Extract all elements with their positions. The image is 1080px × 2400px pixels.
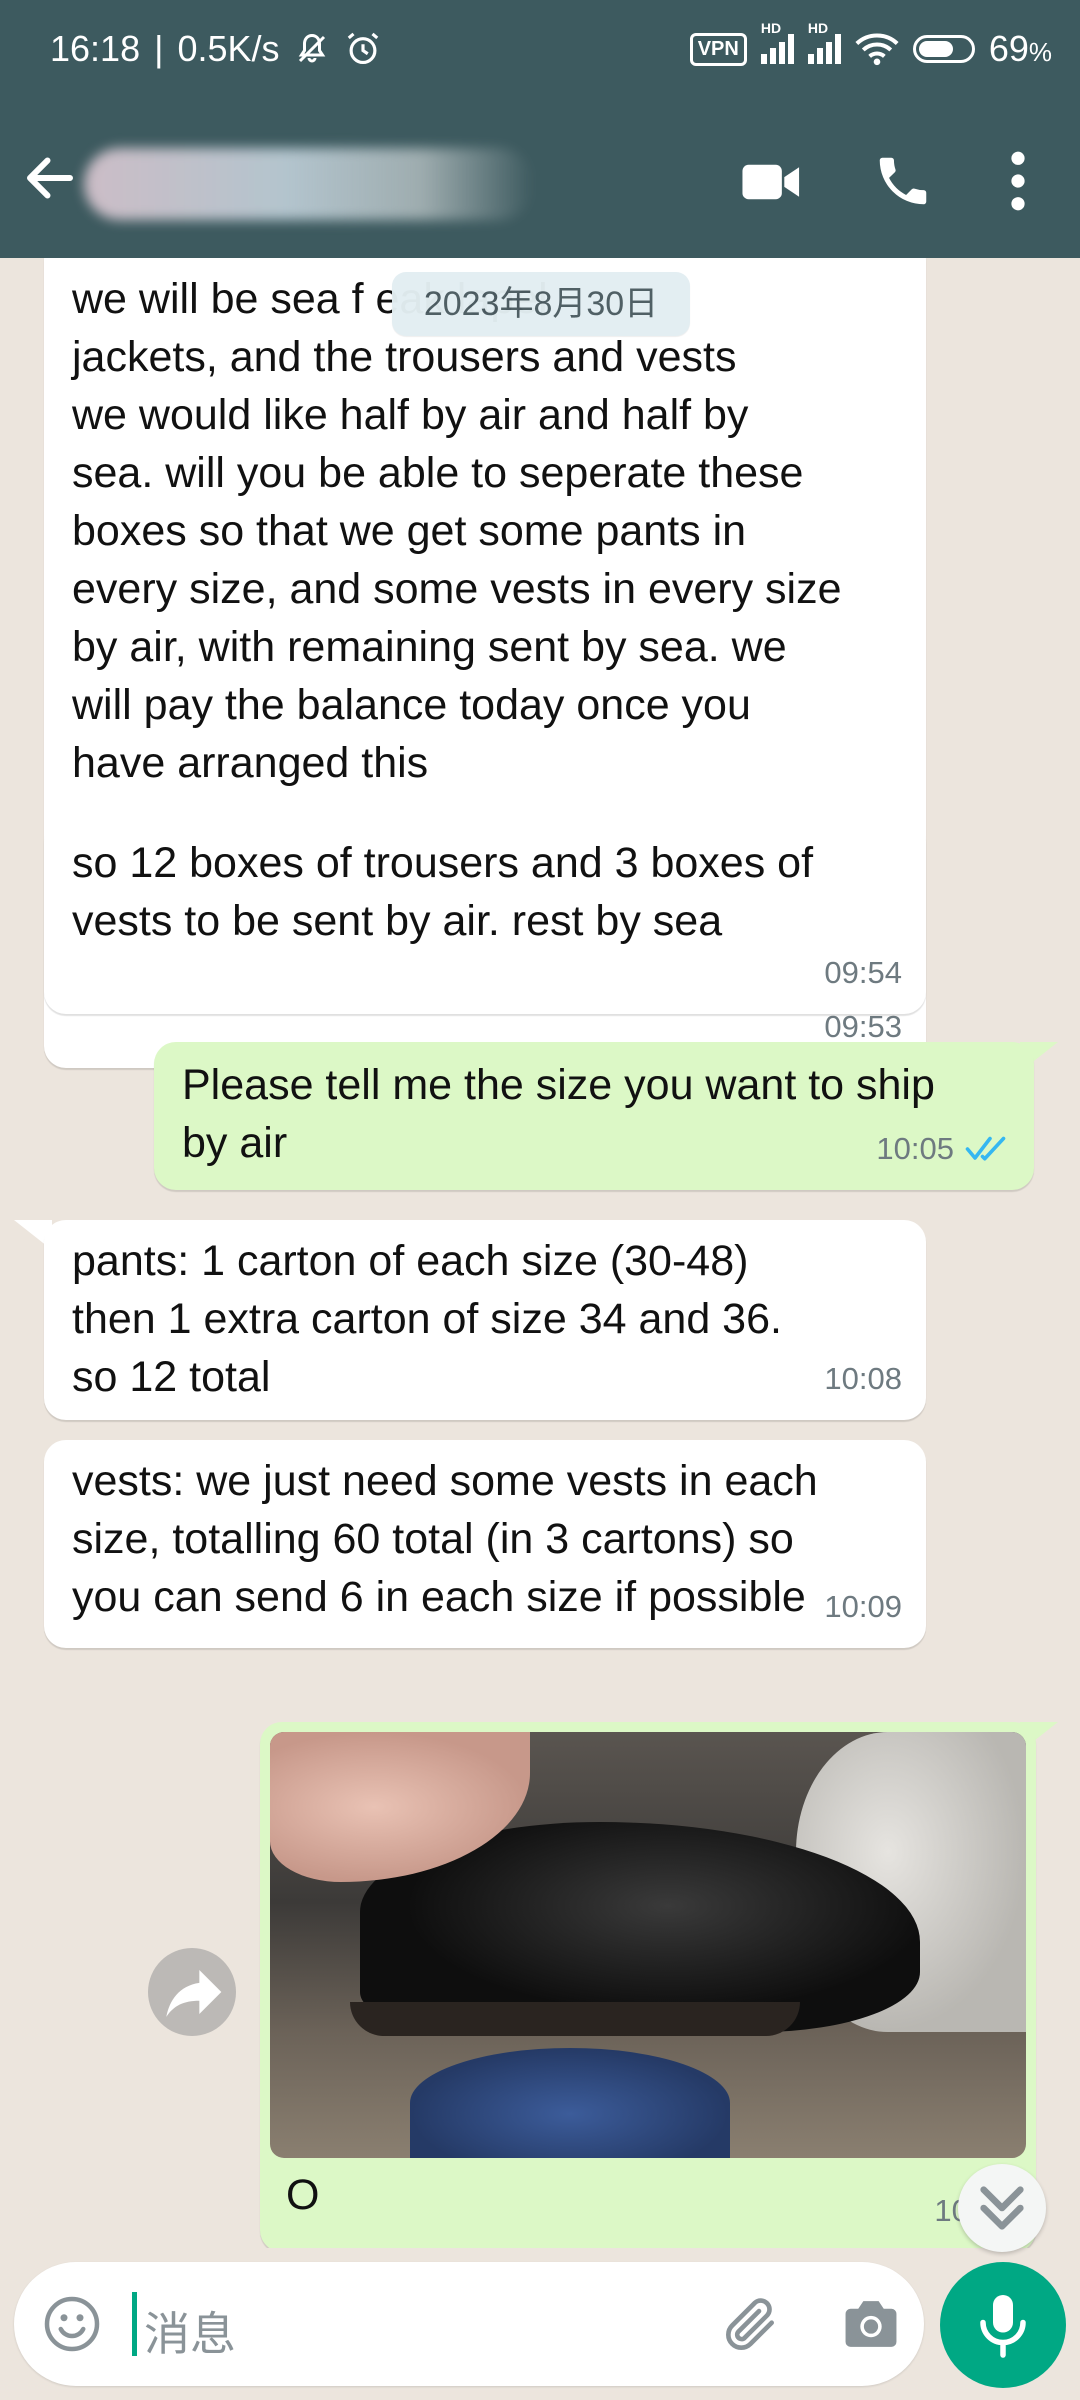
forward-icon — [166, 1970, 222, 2017]
contact-name-blurred[interactable] — [84, 148, 534, 220]
status-network-speed: 0.5K/s — [177, 28, 280, 69]
more-vert-icon[interactable] — [998, 150, 1038, 212]
paperclip-icon[interactable] — [720, 2292, 782, 2356]
scroll-to-bottom-button[interactable] — [958, 2164, 1046, 2252]
message-text: so 12 boxes of trousers and 3 boxes of v… — [72, 839, 814, 945]
battery-unit: % — [1028, 37, 1052, 67]
video-call-icon[interactable] — [740, 152, 804, 212]
message-text: pants: 1 carton of each size (30-48) the… — [72, 1237, 782, 1401]
bell-muted-icon — [298, 33, 325, 63]
signal-2-icon: HD — [807, 20, 841, 64]
phone-icon[interactable] — [872, 150, 934, 212]
message-time-label: 09:54 — [824, 955, 902, 990]
signal-2-hd: HD — [807, 20, 829, 36]
status-time: 16:18 — [50, 28, 141, 69]
message-incoming[interactable]: so 12 boxes of trousers and 3 boxes of v… — [44, 820, 926, 1014]
message-input[interactable]: 消息 — [144, 2298, 236, 2364]
signal-1-icon: HD — [760, 20, 794, 64]
message-time-label: 10:08 — [824, 1361, 902, 1396]
battery-icon — [912, 35, 975, 63]
message-text: we will be sea f eak lapel jackets, and … — [72, 275, 842, 787]
arrow-left-icon[interactable] — [20, 148, 80, 208]
battery-percent: 69 — [988, 28, 1029, 69]
message-time: 09:54 — [824, 944, 902, 1002]
message-time-label: 10:05 — [876, 1131, 954, 1166]
date-chip: 2023年8月30日 — [392, 272, 690, 336]
vpn-badge: VPN — [689, 32, 747, 66]
emoji-icon[interactable] — [42, 2294, 102, 2354]
mic-icon — [980, 2295, 1026, 2358]
wifi-icon — [855, 33, 899, 66]
status-bar: 16:18 | 0.5K/s VPN HD HD 69% — [0, 0, 1080, 100]
text-cursor — [132, 2292, 137, 2356]
image-caption: O — [286, 2171, 320, 2219]
forward-button[interactable] — [148, 1948, 236, 2036]
battery-level: 69% — [989, 28, 1052, 70]
message-incoming[interactable]: vests: we just need some vests in each s… — [44, 1440, 926, 1648]
message-composer[interactable]: 消息 — [14, 2262, 924, 2386]
chat-header — [0, 100, 1080, 258]
message-time: 10:08 — [824, 1350, 902, 1408]
message-outgoing[interactable]: Please tell me the size you want to ship… — [154, 1042, 1034, 1190]
message-time-label: 10:09 — [824, 1589, 902, 1624]
shared-photo[interactable] — [270, 1732, 1026, 2158]
double-chevron-down-icon — [980, 2186, 1024, 2230]
alarm-clock-icon — [347, 32, 378, 65]
signal-1-hd: HD — [760, 20, 782, 36]
mic-button[interactable] — [940, 2262, 1066, 2388]
message-time: 10:09 — [824, 1578, 902, 1636]
status-left: 16:18 | 0.5K/s — [50, 28, 382, 70]
message-list[interactable]: we will be sea f eak lapel jackets, and … — [0, 258, 1080, 2248]
photo-blue-shoe — [410, 2048, 730, 2158]
photo-shoe-sole — [350, 2002, 800, 2036]
camera-icon[interactable] — [840, 2296, 902, 2352]
double-check-icon — [965, 1136, 1006, 1161]
status-right: VPN HD HD 69% — [689, 20, 1052, 70]
message-text: vests: we just need some vests in each s… — [72, 1457, 818, 1621]
message-time: 10:05 — [876, 1120, 1010, 1178]
status-divider: | — [154, 28, 164, 69]
message-incoming[interactable]: pants: 1 carton of each size (30-48) the… — [44, 1220, 926, 1420]
